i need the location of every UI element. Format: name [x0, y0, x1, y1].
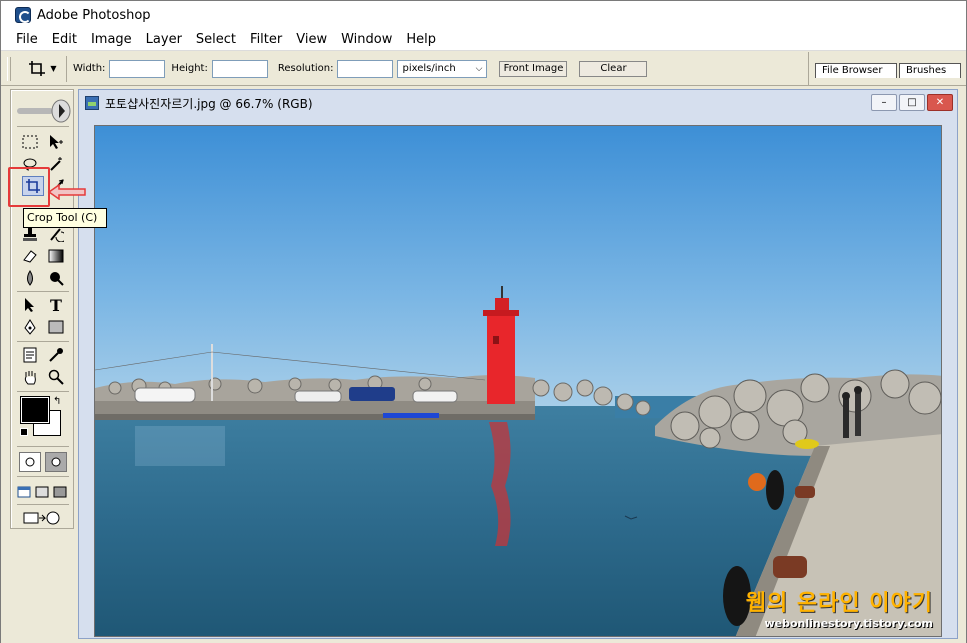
- menu-file[interactable]: File: [9, 29, 45, 51]
- move-tool-icon[interactable]: [45, 132, 67, 152]
- image-document-icon: [85, 96, 99, 110]
- watermark-url: webonlinestory.tistory.com: [764, 617, 933, 630]
- menu-view[interactable]: View: [289, 29, 334, 51]
- rectangle-tool-icon[interactable]: [45, 317, 67, 337]
- standard-mode-icon[interactable]: [19, 452, 41, 472]
- eyedropper-tool-icon[interactable]: [45, 345, 67, 365]
- clear-button[interactable]: Clear: [579, 60, 648, 77]
- options-bar: ▼ Width: Height: Resolution: pixels/inch…: [1, 52, 966, 86]
- foreground-color-swatch[interactable]: [20, 396, 50, 424]
- document-title-bar[interactable]: 포토샵사진자르기.jpg @ 66.7% (RGB) – □ ✕: [79, 90, 957, 116]
- harbor-lighthouse-photo: [95, 126, 941, 636]
- options-bar-grip[interactable]: [7, 56, 11, 81]
- palette-well: File Browser Brushes: [808, 52, 966, 85]
- pen-tool-icon[interactable]: [19, 317, 41, 337]
- blur-tool-icon[interactable]: [19, 268, 41, 288]
- toolbox: T ↰: [10, 89, 74, 529]
- chevron-down-icon: ▼: [50, 64, 57, 73]
- resolution-units-value: pixels/inch: [402, 63, 456, 74]
- photoshop-app-icon: [15, 7, 31, 23]
- menu-image[interactable]: Image: [84, 29, 139, 51]
- type-tool-icon[interactable]: T: [45, 295, 67, 315]
- default-colors-icon[interactable]: [20, 428, 28, 436]
- file-browser-tab[interactable]: File Browser: [815, 63, 897, 78]
- menu-filter[interactable]: Filter: [243, 29, 289, 51]
- document-window: 포토샵사진자르기.jpg @ 66.7% (RGB) – □ ✕ 웹의 온라인 …: [78, 89, 958, 639]
- document-window-controls: – □ ✕: [871, 94, 953, 111]
- menu-select[interactable]: Select: [189, 29, 243, 51]
- full-screen-mode-icon[interactable]: [51, 482, 69, 502]
- watermark-korean: 웹의 온라인 이야기: [745, 591, 933, 616]
- photoshop-window: Adobe Photoshop File Edit Image Layer Se…: [0, 0, 967, 643]
- full-screen-menu-mode-icon[interactable]: [33, 482, 51, 502]
- menu-help[interactable]: Help: [399, 29, 443, 51]
- document-title: 포토샵사진자르기.jpg @ 66.7% (RGB): [105, 96, 313, 111]
- resolution-label: Resolution:: [277, 63, 334, 74]
- standard-screen-mode-icon[interactable]: [15, 482, 33, 502]
- menu-window[interactable]: Window: [334, 29, 399, 51]
- image-canvas[interactable]: 웹의 온라인 이야기 webonlinestory.tistory.com: [94, 125, 942, 637]
- chevron-down-icon: ⌵: [475, 63, 483, 74]
- adobe-online-icon[interactable]: [15, 98, 71, 126]
- jump-to-imageready-icon[interactable]: [19, 508, 65, 528]
- eraser-tool-icon[interactable]: [19, 246, 41, 266]
- title-bar: Adobe Photoshop: [1, 1, 966, 29]
- width-input[interactable]: [109, 59, 166, 78]
- crop-icon: [29, 60, 46, 76]
- crop-tool-highlight-box: [8, 167, 50, 207]
- quick-mask-mode-icon[interactable]: [45, 452, 67, 472]
- tool-preset-picker[interactable]: ▼: [19, 55, 67, 82]
- watermark: 웹의 온라인 이야기 webonlinestory.tistory.com: [746, 585, 933, 630]
- width-label: Width:: [73, 63, 106, 74]
- hand-tool-icon[interactable]: [19, 367, 41, 387]
- marquee-tool-icon[interactable]: [19, 132, 41, 152]
- zoom-tool-icon[interactable]: [45, 367, 67, 387]
- notes-tool-icon[interactable]: [19, 345, 41, 365]
- pointer-arrow-icon: [47, 184, 86, 200]
- front-image-button[interactable]: Front Image: [499, 60, 568, 77]
- height-input[interactable]: [211, 59, 268, 78]
- maximize-button[interactable]: □: [899, 94, 925, 111]
- resolution-input[interactable]: [337, 59, 394, 78]
- app-title: Adobe Photoshop: [37, 7, 151, 23]
- close-button[interactable]: ✕: [927, 94, 953, 111]
- path-selection-tool-icon[interactable]: [19, 295, 41, 315]
- gradient-tool-icon[interactable]: [45, 246, 67, 266]
- resolution-units-select[interactable]: pixels/inch ⌵: [397, 59, 488, 78]
- minimize-button[interactable]: –: [871, 94, 897, 111]
- swap-colors-icon[interactable]: ↰: [53, 396, 61, 407]
- height-label: Height:: [171, 63, 208, 74]
- brushes-tab[interactable]: Brushes: [899, 63, 961, 78]
- menu-bar: File Edit Image Layer Select Filter View…: [1, 29, 966, 51]
- menu-layer[interactable]: Layer: [139, 29, 189, 51]
- crop-tool-tooltip: Crop Tool (C): [23, 208, 107, 228]
- dodge-tool-icon[interactable]: [45, 268, 67, 288]
- menu-edit[interactable]: Edit: [45, 29, 84, 51]
